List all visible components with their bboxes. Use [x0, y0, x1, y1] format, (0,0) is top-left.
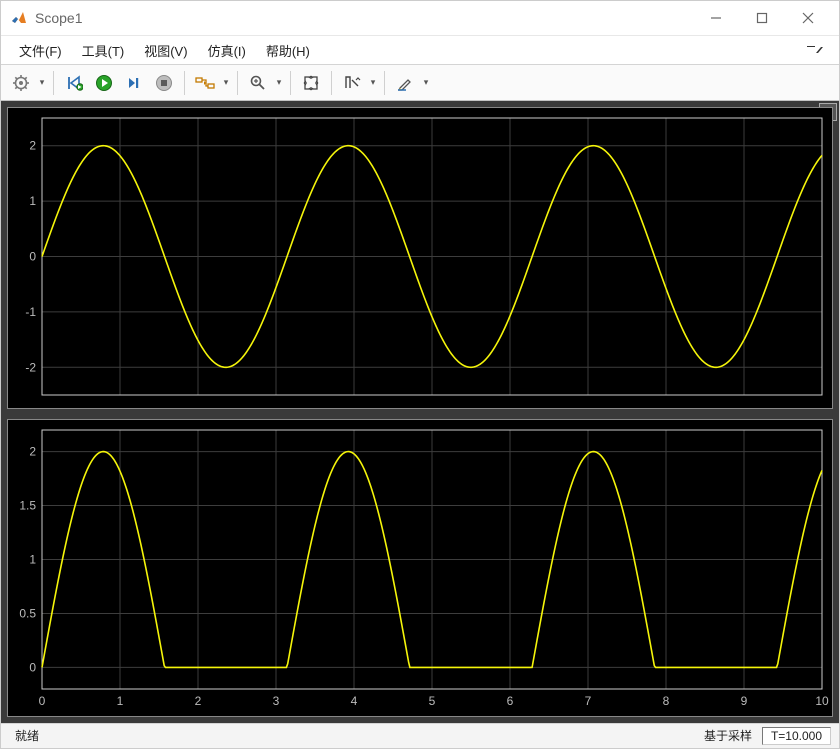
- matlab-icon: [9, 8, 29, 28]
- run-button[interactable]: [90, 69, 118, 97]
- maximize-button[interactable]: [739, 3, 785, 33]
- svg-text:2: 2: [195, 694, 202, 708]
- statusbar: 就绪 基于采样 T=10.000: [1, 723, 839, 748]
- svg-text:3: 3: [273, 694, 280, 708]
- svg-text:2: 2: [29, 444, 36, 458]
- menubar-dropdown-icon[interactable]: [801, 43, 831, 58]
- stop-button[interactable]: [150, 69, 178, 97]
- svg-text:1.5: 1.5: [19, 498, 36, 512]
- svg-text:1: 1: [29, 552, 36, 566]
- toolbar: ▾ ▾ ▾ ▾ ▾: [1, 65, 839, 100]
- rewind-button[interactable]: [60, 69, 88, 97]
- cursor-measure-button[interactable]: [338, 69, 366, 97]
- zoom-dropdown-icon[interactable]: ▾: [274, 69, 284, 97]
- svg-text:2: 2: [29, 138, 36, 152]
- menubar: 文件(F) 工具(T) 视图(V) 仿真(I) 帮助(H): [1, 36, 839, 65]
- chart-panel-1[interactable]: -2 -1 0 1 2: [7, 107, 833, 409]
- cursor-dropdown-icon[interactable]: ▾: [368, 69, 378, 97]
- status-ready: 就绪: [9, 727, 45, 744]
- svg-text:0: 0: [29, 249, 36, 263]
- status-time: T=10.000: [762, 727, 831, 745]
- signal-dropdown-icon[interactable]: ▾: [221, 69, 231, 97]
- menu-tools[interactable]: 工具(T): [72, 37, 135, 64]
- svg-text:1: 1: [29, 194, 36, 208]
- menu-file[interactable]: 文件(F): [9, 37, 72, 64]
- signal-selector-button[interactable]: [191, 69, 219, 97]
- svg-text:0: 0: [29, 660, 36, 674]
- settings-button[interactable]: [7, 69, 35, 97]
- status-sample-based: 基于采样: [698, 727, 758, 744]
- highlight-dropdown-icon[interactable]: ▾: [421, 69, 431, 97]
- svg-text:9: 9: [741, 694, 748, 708]
- minimize-button[interactable]: [693, 3, 739, 33]
- fit-to-view-button[interactable]: [297, 69, 325, 97]
- highlight-button[interactable]: [391, 69, 419, 97]
- svg-text:10: 10: [815, 694, 829, 708]
- menu-simulation[interactable]: 仿真(I): [198, 37, 256, 64]
- svg-text:5: 5: [429, 694, 436, 708]
- menu-view[interactable]: 视图(V): [134, 37, 197, 64]
- svg-text:4: 4: [351, 694, 358, 708]
- svg-text:0: 0: [39, 694, 46, 708]
- svg-text:8: 8: [663, 694, 670, 708]
- step-forward-button[interactable]: [120, 69, 148, 97]
- window-title: Scope1: [35, 10, 82, 26]
- menu-help[interactable]: 帮助(H): [256, 37, 320, 64]
- scope-display: -2 -1 0 1 2 0 0.5 1 1.5 2 0 1 2 3 4 5 6 7 8 9 10: [1, 101, 839, 723]
- svg-text:6: 6: [507, 694, 514, 708]
- settings-dropdown-icon[interactable]: ▾: [37, 69, 47, 97]
- zoom-button[interactable]: [244, 69, 272, 97]
- chart-panel-2[interactable]: 0 0.5 1 1.5 2 0 1 2 3 4 5 6 7 8 9 10: [7, 419, 833, 717]
- close-button[interactable]: [785, 3, 831, 33]
- svg-text:0.5: 0.5: [19, 606, 36, 620]
- svg-text:-1: -1: [25, 305, 36, 319]
- svg-text:-2: -2: [25, 360, 36, 374]
- titlebar: Scope1: [1, 1, 839, 36]
- svg-text:7: 7: [585, 694, 592, 708]
- svg-text:1: 1: [117, 694, 124, 708]
